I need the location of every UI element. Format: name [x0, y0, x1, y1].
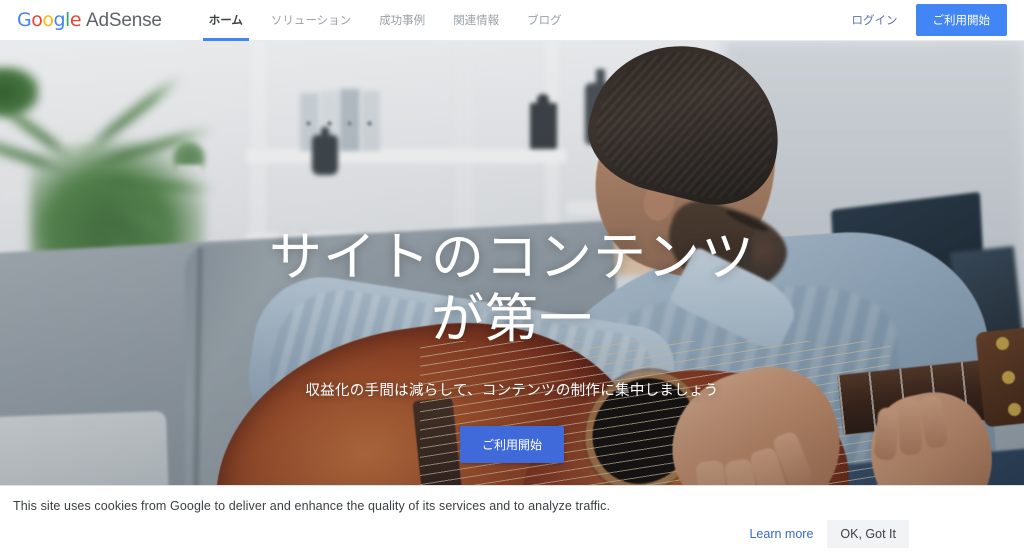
nav-item-home-label: ホーム	[208, 15, 243, 27]
product-name: AdSense	[86, 9, 162, 31]
adsense-landing-page: Google AdSense ホーム ソリューション 成功事例 関連情報 ブログ…	[0, 0, 1024, 559]
hero-content: サイトのコンテンツが第一 収益化の手間は減らして、コンテンツの制作に集中しましょ…	[0, 41, 1024, 485]
nav-item-resources[interactable]: 関連情報	[439, 0, 513, 41]
google-letter-o2: o	[42, 8, 54, 31]
cookie-accept-button[interactable]: OK, Got It	[827, 520, 909, 548]
hero-title: サイトのコンテンツが第一	[269, 228, 755, 349]
hero-subtitle: 収益化の手間は減らして、コンテンツの制作に集中しましょう	[305, 383, 719, 399]
login-link[interactable]: ログイン	[852, 12, 898, 28]
google-letter-g: G	[17, 8, 32, 31]
google-wordmark: Google	[17, 8, 82, 31]
hero-section: サイトのコンテンツが第一 収益化の手間は減らして、コンテンツの制作に集中しましょ…	[0, 41, 1024, 485]
nav-item-case-studies-label: 成功事例	[379, 15, 426, 27]
nav-item-solutions[interactable]: ソリューション	[257, 0, 365, 41]
nav-item-resources-label: 関連情報	[453, 15, 500, 27]
nav-item-home[interactable]: ホーム	[195, 0, 257, 41]
header-get-started-button[interactable]: ご利用開始	[915, 4, 1007, 36]
nav-item-solutions-label: ソリューション	[270, 15, 352, 27]
cookie-banner-text: This site uses cookies from Google to de…	[13, 499, 611, 513]
header-actions: ログイン ご利用開始	[852, 4, 1007, 36]
cookie-banner-actions: Learn more OK, Got It	[749, 520, 909, 548]
brand-logo[interactable]: Google AdSense	[17, 9, 162, 32]
google-letter-e: e	[69, 8, 82, 31]
nav-item-blog-label: ブログ	[527, 15, 562, 27]
cookie-consent-banner: This site uses cookies from Google to de…	[0, 485, 1024, 559]
nav-item-case-studies[interactable]: 成功事例	[365, 0, 439, 41]
google-letter-g2: g	[53, 8, 66, 31]
site-header: Google AdSense ホーム ソリューション 成功事例 関連情報 ブログ…	[0, 0, 1024, 41]
google-letter-o1: o	[31, 8, 43, 31]
hero-get-started-button[interactable]: ご利用開始	[459, 426, 564, 463]
cookie-learn-more-link[interactable]: Learn more	[749, 527, 813, 541]
nav-item-blog[interactable]: ブログ	[513, 0, 576, 41]
primary-nav: ホーム ソリューション 成功事例 関連情報 ブログ	[195, 0, 576, 41]
